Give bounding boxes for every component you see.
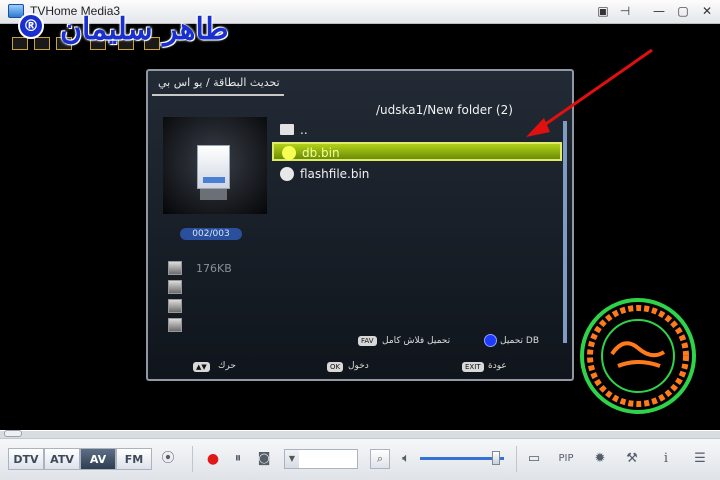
volume-icon[interactable]: 🔈︎	[396, 449, 416, 469]
monitor-icon[interactable]: ▭	[524, 449, 544, 469]
tools-icon[interactable]: ⚒	[622, 449, 642, 469]
seek-bar[interactable]	[0, 430, 720, 438]
separator	[516, 446, 517, 472]
settings-icon[interactable]: ✹	[590, 449, 610, 469]
source-atv-button[interactable]: ATV	[44, 448, 80, 470]
pause-icon[interactable]: ⏸	[228, 449, 248, 469]
camera-icon[interactable]: ◙	[254, 449, 274, 469]
source-dtv-button[interactable]: DTV	[8, 448, 44, 470]
circular-stamp	[580, 298, 696, 414]
list-icon[interactable]: ☰	[690, 449, 710, 469]
info-icon[interactable]: i	[656, 449, 676, 469]
source-fm-button[interactable]: FM	[116, 448, 152, 470]
source-av-button[interactable]: AV	[80, 448, 116, 470]
pip-button[interactable]: PIP	[556, 449, 576, 469]
play-icon[interactable]: ⦿	[158, 449, 178, 469]
separator	[192, 446, 193, 472]
volume-knob[interactable]	[491, 451, 500, 465]
chevron-down-icon[interactable]: ▼	[285, 450, 299, 468]
seek-knob[interactable]	[4, 430, 22, 437]
app-window: TVHome Media3 ▣ ⊣ — ▢ ✕ ® طاهر سليمان تح…	[0, 0, 720, 480]
search-icon[interactable]: ⌕	[370, 449, 390, 469]
record-icon[interactable]: ●	[203, 449, 223, 469]
